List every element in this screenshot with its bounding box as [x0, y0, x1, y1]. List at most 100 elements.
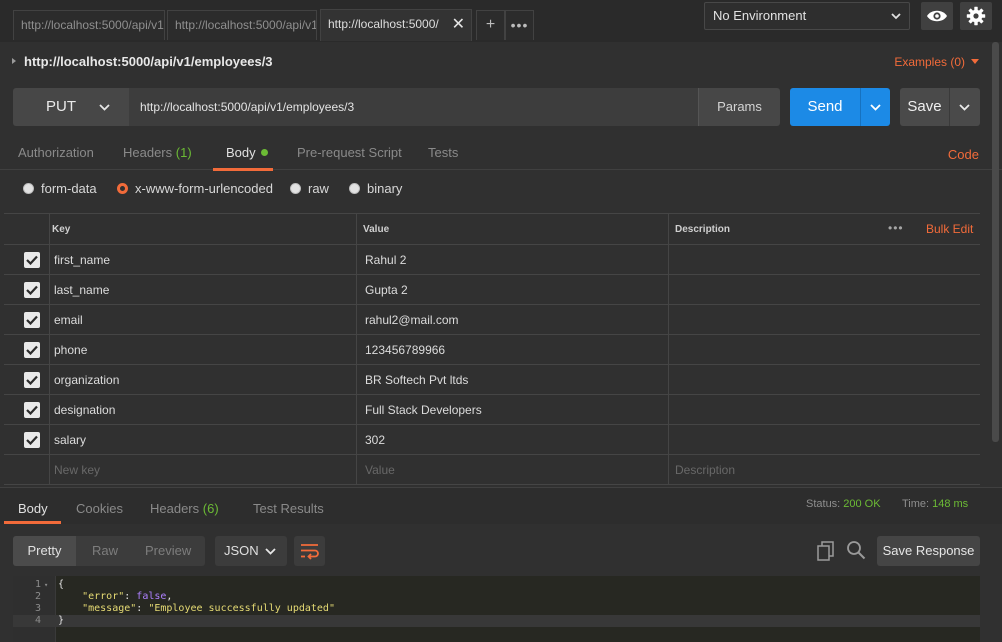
active-response-tab-indicator	[4, 521, 61, 524]
checkbox-icon[interactable]	[24, 282, 40, 298]
request-tab[interactable]: http://localhost:5000/api/v1	[167, 10, 317, 40]
more-icon[interactable]: •••	[505, 10, 534, 40]
tab-label: Body	[226, 145, 256, 160]
param-key[interactable]: phone	[49, 335, 357, 364]
radio-icon	[349, 183, 360, 194]
code-link[interactable]: Code	[948, 147, 979, 162]
new-description-input[interactable]: Description	[668, 455, 980, 484]
param-description[interactable]	[668, 365, 980, 394]
checkbox-icon[interactable]	[24, 372, 40, 388]
params-button[interactable]: Params	[698, 88, 780, 126]
request-tab[interactable]: http://localhost:5000/api/v1	[13, 10, 165, 40]
request-title[interactable]: http://localhost:5000/api/v1/employees/3	[12, 54, 273, 69]
radio-label: binary	[367, 181, 403, 196]
response-tab-headers[interactable]: Headers (6)	[150, 501, 219, 516]
modified-dot-icon	[260, 149, 268, 156]
chevron-down-icon	[99, 104, 110, 111]
examples-dropdown[interactable]: Examples (0)	[894, 55, 979, 69]
param-description[interactable]	[668, 395, 980, 424]
more-icon[interactable]: •••	[888, 221, 904, 235]
environment-select[interactable]: No Environment	[704, 2, 910, 30]
new-key-input[interactable]: New key	[49, 455, 357, 484]
format-select[interactable]: JSON	[215, 536, 287, 566]
param-value[interactable]: Gupta 2	[356, 275, 668, 304]
bulk-edit-link[interactable]: Bulk Edit	[926, 214, 973, 245]
checkbox-icon[interactable]	[24, 432, 40, 448]
param-key[interactable]: salary	[49, 425, 357, 454]
gear-icon[interactable]	[960, 2, 992, 30]
checkbox-icon[interactable]	[24, 342, 40, 358]
param-value[interactable]: Full Stack Developers	[356, 395, 668, 424]
column-header-value: Value	[356, 214, 668, 244]
row-checkbox-cell	[4, 395, 49, 424]
status-readout: Status: 200 OK	[806, 498, 881, 510]
caret-right-icon	[12, 57, 16, 64]
copy-icon[interactable]	[817, 541, 835, 561]
param-value[interactable]: BR Softech Pvt ltds	[356, 365, 668, 394]
code-line: 4}	[13, 615, 980, 627]
radio-raw[interactable]: raw	[290, 181, 329, 196]
plus-icon[interactable]: +	[476, 10, 505, 40]
url-input[interactable]	[129, 88, 698, 126]
param-value[interactable]: 302	[356, 425, 668, 454]
response-tab-body[interactable]: Body	[18, 501, 48, 516]
response-body-editor[interactable]: 1 ▾{2 "error": false, 3 "message": "Employ…	[13, 576, 980, 642]
view-pretty-button[interactable]: Pretty	[13, 536, 76, 566]
save-button[interactable]: Save	[900, 88, 949, 126]
scrollbar[interactable]	[992, 42, 999, 442]
tab-body[interactable]: Body	[226, 145, 268, 160]
checkbox-icon[interactable]	[24, 252, 40, 268]
param-key[interactable]: first_name	[49, 245, 357, 274]
radio-binary[interactable]: binary	[349, 181, 402, 196]
send-button[interactable]: Send	[790, 88, 860, 126]
param-key[interactable]: organization	[49, 365, 357, 394]
row-checkbox-cell	[4, 455, 49, 484]
save-options-button[interactable]	[949, 88, 980, 126]
tab-label: Headers	[150, 501, 200, 516]
save-response-button[interactable]: Save Response	[877, 536, 980, 566]
radio-urlencoded[interactable]: x-www-form-urlencoded	[117, 181, 273, 196]
checkbox-icon[interactable]	[24, 312, 40, 328]
response-tab-cookies[interactable]: Cookies	[76, 501, 123, 516]
wrap-lines-button[interactable]	[294, 536, 325, 566]
radio-icon	[290, 183, 301, 194]
tab-authorization[interactable]: Authorization	[18, 145, 94, 160]
radio-form-data[interactable]: form-data	[23, 181, 97, 196]
param-key[interactable]: designation	[49, 395, 357, 424]
tab-prerequest-script[interactable]: Pre-request Script	[297, 145, 402, 160]
status-value: 200 OK	[843, 498, 881, 510]
tab-label: Tests	[428, 145, 459, 160]
send-options-button[interactable]	[860, 88, 890, 126]
param-key[interactable]: email	[49, 305, 357, 334]
param-key[interactable]: last_name	[49, 275, 357, 304]
param-description[interactable]	[668, 245, 980, 274]
table-row: last_name Gupta 2	[4, 275, 980, 305]
chevron-down-icon	[959, 104, 970, 111]
tab-tests[interactable]: Tests	[428, 145, 458, 160]
param-value[interactable]: Rahul 2	[356, 245, 668, 274]
code-line: 1 ▾ {	[13, 579, 980, 591]
table-row: designation Full Stack Developers	[4, 395, 980, 425]
param-value[interactable]: 123456789966	[356, 335, 668, 364]
close-icon[interactable]: ✕	[452, 10, 465, 39]
view-raw-button[interactable]: Raw	[92, 536, 118, 566]
param-description[interactable]	[668, 275, 980, 304]
checkbox-icon[interactable]	[24, 402, 40, 418]
line-number: 3	[34, 603, 41, 614]
request-tab-active[interactable]: http://localhost:5000/ ✕	[320, 9, 472, 41]
param-description[interactable]	[668, 335, 980, 364]
response-tab-test-results[interactable]: Test Results	[253, 501, 324, 516]
view-preview-button[interactable]: Preview	[145, 536, 191, 566]
row-checkbox-cell	[4, 425, 49, 454]
code-text: {	[58, 579, 64, 591]
table-row: salary 302	[4, 425, 980, 455]
eye-icon[interactable]	[921, 2, 953, 30]
new-value-input[interactable]: Value	[356, 455, 668, 484]
param-description[interactable]	[668, 425, 980, 454]
tab-headers[interactable]: Headers (1)	[123, 145, 192, 160]
fold-toggle-icon[interactable]: ▾	[44, 579, 48, 591]
method-select[interactable]: PUT	[13, 88, 129, 126]
param-value[interactable]: rahul2@mail.com	[356, 305, 668, 334]
param-description[interactable]	[668, 305, 980, 334]
search-icon[interactable]	[846, 540, 866, 560]
